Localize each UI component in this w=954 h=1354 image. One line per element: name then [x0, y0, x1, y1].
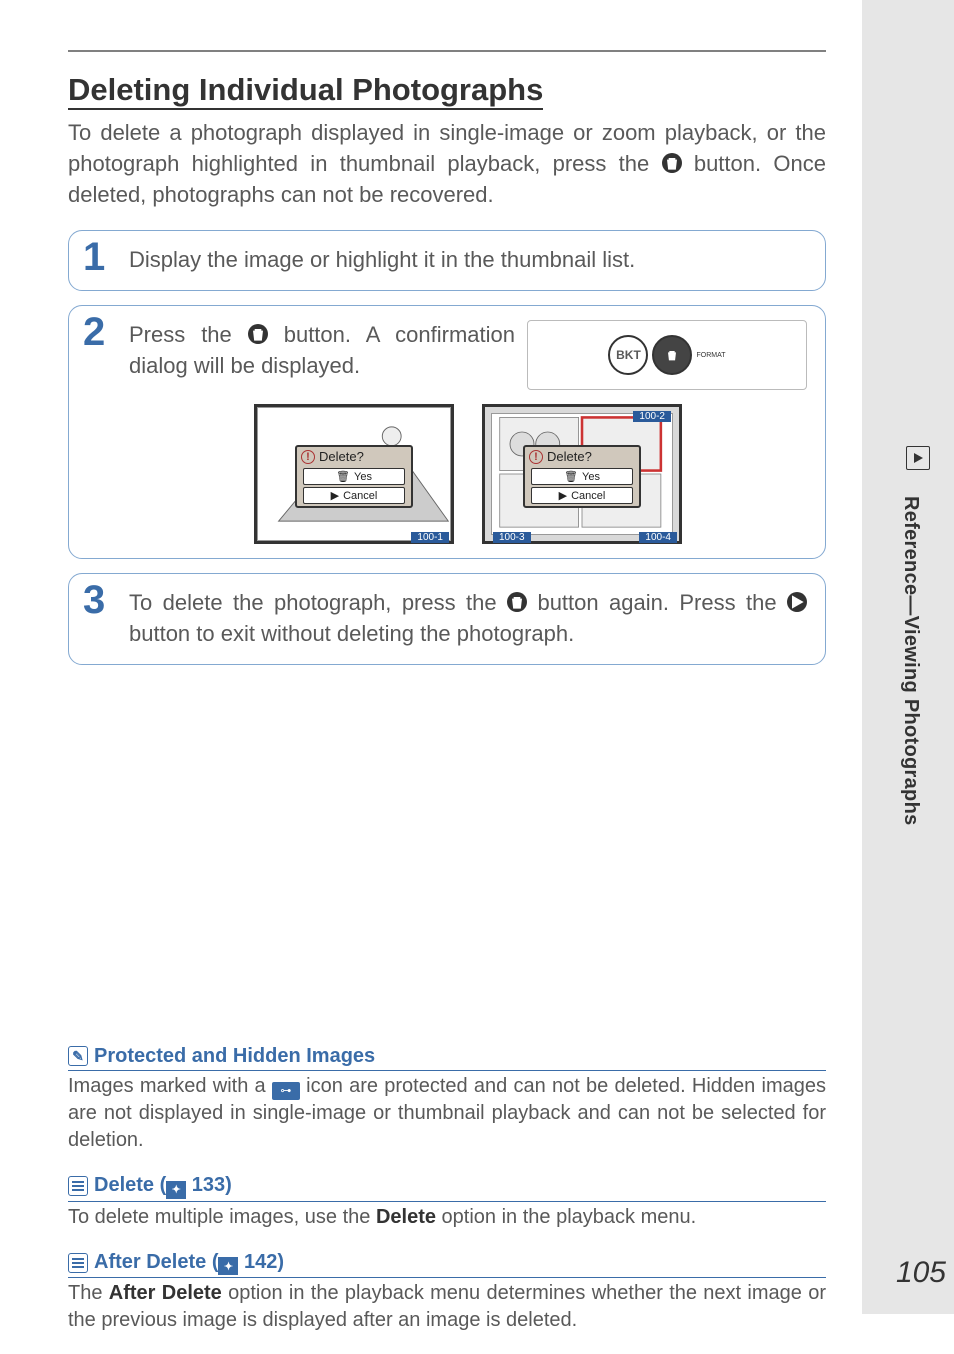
- step-1: 1 Display the image or highlight it in t…: [68, 230, 826, 291]
- playback-icon: [787, 592, 807, 612]
- key-lock-icon: ⊶: [272, 1082, 300, 1100]
- warning-icon: !: [529, 450, 543, 464]
- note-delete-heading: Delete (✦ 133): [68, 1174, 826, 1202]
- note3-body: The After Delete option in the playback …: [68, 1280, 826, 1334]
- trash-small-icon: 🗑: [564, 470, 578, 483]
- step-3: 3 To delete the photograph, press the bu…: [68, 573, 826, 665]
- pencil-icon: ✎: [68, 1046, 88, 1066]
- dialog-cancel: ▶ Cancel: [531, 487, 633, 504]
- lcd-single-image: ! Delete? 🗑 Yes ▶ Cancel 100-1: [254, 404, 454, 544]
- n3-title-ref: 142): [238, 1251, 284, 1273]
- bkt-button-icon: BKT: [608, 335, 648, 375]
- sidebar: Reference—Viewing Photographs 105: [862, 0, 954, 1314]
- n2-title-ref: 133): [186, 1174, 232, 1196]
- cancel-label: Cancel: [343, 490, 377, 502]
- warning-icon: !: [301, 450, 315, 464]
- step-1-text: Display the image or highlight it in the…: [129, 245, 807, 276]
- s3-p3: button to exit without deleting the phot…: [129, 621, 574, 646]
- camera-illustration: BKT FORMAT: [527, 320, 807, 390]
- frame-number: 100-2: [633, 411, 671, 422]
- dialog-title: Delete?: [547, 449, 592, 464]
- top-rule: [68, 50, 826, 52]
- n2-bold: Delete: [376, 1206, 436, 1228]
- dialog-yes: 🗑 Yes: [531, 468, 633, 485]
- page-heading: Deleting Individual Photographs: [68, 72, 543, 110]
- n2-t1: To delete multiple images, use the: [68, 1206, 376, 1228]
- note-after-delete-heading: After Delete (✦ 142): [68, 1251, 826, 1279]
- trash-icon: [248, 324, 268, 344]
- yes-label: Yes: [582, 471, 600, 483]
- page-ref-icon: ✦: [218, 1257, 238, 1275]
- frame-number: 100-4: [639, 532, 677, 543]
- step-2: 2 Press the button. A confirmation dialo…: [68, 305, 826, 559]
- playback-tab-icon: [906, 446, 930, 470]
- bkt-label: BKT: [616, 348, 641, 362]
- section-label: Reference—Viewing Photographs: [899, 496, 922, 826]
- play-small-icon: ▶: [331, 489, 339, 502]
- delete-dialog: ! Delete? 🗑 Yes ▶ Cancel: [523, 445, 641, 508]
- n1-t1: Images marked with a: [68, 1075, 272, 1097]
- step-2-before: Press the: [129, 322, 248, 347]
- frame-number: 100-3: [493, 532, 531, 543]
- s3-p1: To delete the photograph, press the: [129, 590, 507, 615]
- play-small-icon: ▶: [559, 489, 567, 502]
- step-3-number: 3: [83, 580, 105, 620]
- dialog-title: Delete?: [319, 449, 364, 464]
- n2-title-before: Delete (: [94, 1174, 166, 1196]
- dialog-cancel: ▶ Cancel: [303, 487, 405, 504]
- n2-t2: option in the playback menu.: [442, 1206, 697, 1228]
- delete-dialog: ! Delete? 🗑 Yes ▶ Cancel: [295, 445, 413, 508]
- page-content: Deleting Individual Photographs To delet…: [0, 0, 862, 1354]
- n3-title-before: After Delete (: [94, 1251, 218, 1273]
- note1-title: Protected and Hidden Images: [94, 1045, 375, 1068]
- n3-t1: The: [68, 1282, 109, 1304]
- format-label: FORMAT: [696, 352, 725, 359]
- note2-body: To delete multiple images, use the Delet…: [68, 1204, 826, 1231]
- step-2-text: Press the button. A confirmation dialog …: [129, 320, 515, 382]
- menu-list-icon: [68, 1176, 88, 1196]
- frame-number: 100-1: [411, 532, 449, 543]
- page-ref-icon: ✦: [166, 1181, 186, 1199]
- notes-section: ✎ Protected and Hidden Images Images mar…: [68, 1045, 826, 1334]
- yes-label: Yes: [354, 471, 372, 483]
- cancel-label: Cancel: [571, 490, 605, 502]
- page-number: 105: [896, 1256, 946, 1290]
- step-3-text: To delete the photograph, press the butt…: [129, 588, 807, 650]
- trash-icon: [507, 592, 527, 612]
- menu-list-icon: [68, 1253, 88, 1273]
- s3-p2: button again. Press the: [537, 590, 787, 615]
- step-2-number: 2: [83, 312, 105, 352]
- note-protected-heading: ✎ Protected and Hidden Images: [68, 1045, 826, 1071]
- trash-icon: [662, 153, 682, 173]
- lcd-thumbnail: ! Delete? 🗑 Yes ▶ Cancel 100-2 100-3 100-4: [482, 404, 682, 544]
- dialog-yes: 🗑 Yes: [303, 468, 405, 485]
- intro-paragraph: To delete a photograph displayed in sing…: [68, 118, 826, 210]
- trash-small-icon: 🗑: [336, 470, 350, 483]
- step-1-number: 1: [83, 237, 105, 277]
- trash-button-icon: [652, 335, 692, 375]
- note1-body: Images marked with a ⊶ icon are protecte…: [68, 1073, 826, 1154]
- n3-bold: After Delete: [109, 1282, 222, 1304]
